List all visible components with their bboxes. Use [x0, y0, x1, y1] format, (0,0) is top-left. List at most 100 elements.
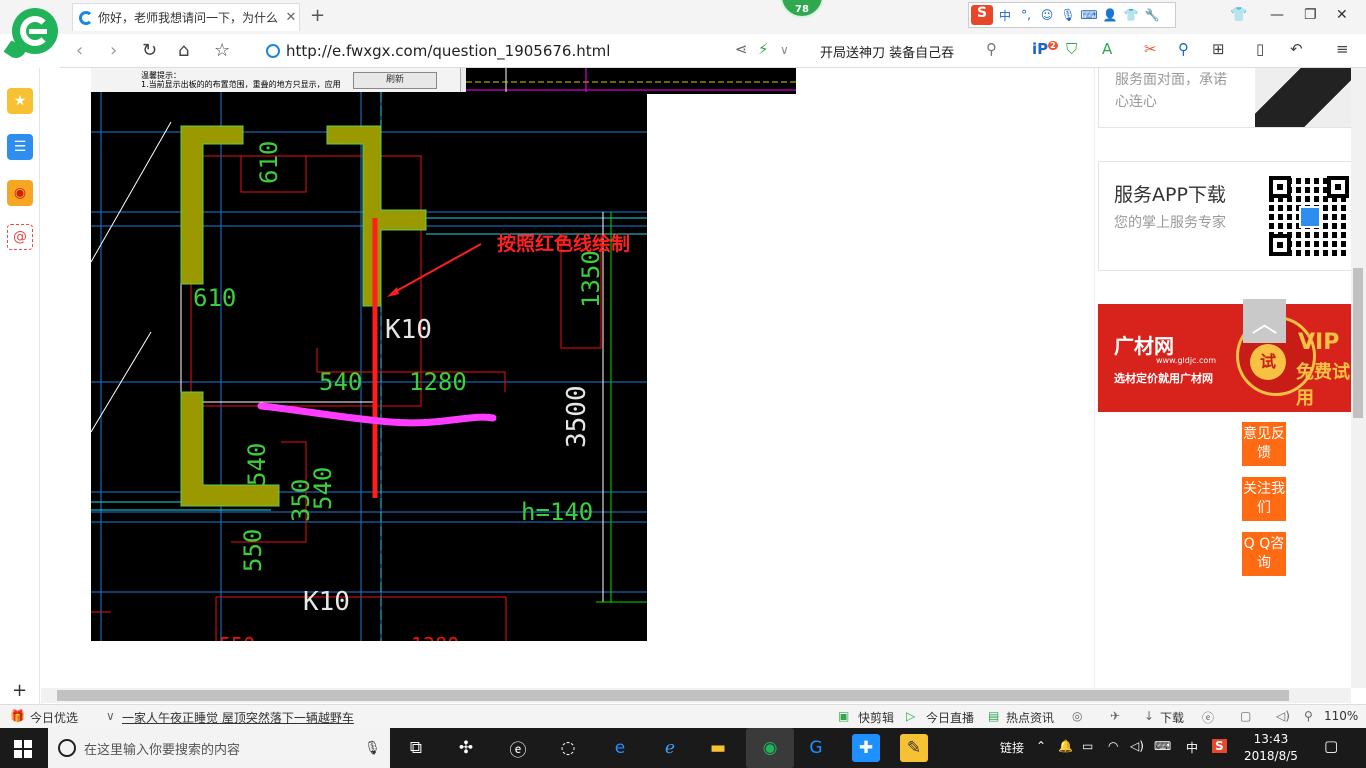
plus-app-icon[interactable]: ✚: [852, 734, 880, 762]
system-clock[interactable]: 13:43 2018/8/5: [1244, 731, 1298, 765]
horizontal-scroll-thumb[interactable]: [57, 690, 1289, 701]
reading-list-icon[interactable]: ☰: [7, 134, 33, 160]
url-field[interactable]: http://e.fwxgx.com/question_1905676.html: [260, 38, 790, 64]
hot-news-link[interactable]: 热点资讯: [1006, 709, 1054, 726]
ip-icon[interactable]: iP 2: [1032, 40, 1058, 58]
favorite-star-button[interactable]: ☆: [214, 40, 230, 61]
vertical-scroll-thumb[interactable]: [1353, 268, 1363, 418]
volume-icon[interactable]: ◁): [1130, 739, 1144, 753]
keyboard-icon[interactable]: ⌨: [1080, 6, 1098, 24]
tools-wrench-icon[interactable]: 🔧: [1143, 6, 1161, 24]
new-tab-button[interactable]: +: [310, 5, 325, 26]
browser-logo-icon[interactable]: [12, 8, 58, 54]
live-link[interactable]: 今日直播: [926, 709, 974, 726]
edge-icon[interactable]: e: [606, 734, 634, 762]
horizontal-scrollbar[interactable]: [41, 688, 1351, 703]
browser-tab[interactable]: 你好，老师我想请问一下，为什么 ✕: [72, 3, 300, 31]
mic-icon[interactable]: 🎙: [1059, 6, 1077, 24]
news-headline-link[interactable]: 一家人午夜正睡觉 屋顶突然落下一辆越野车: [122, 709, 354, 726]
download-link[interactable]: 下载: [1160, 709, 1184, 726]
forward-button[interactable]: ›: [110, 40, 117, 61]
magnifier-icon[interactable]: ⚲: [1178, 40, 1189, 58]
today-picks-link[interactable]: 今日优选: [30, 709, 78, 726]
task-view-icon[interactable]: ⧉: [402, 734, 430, 762]
zoom-level[interactable]: 110%: [1324, 709, 1358, 723]
app-download-card[interactable]: 服务APP下载 您的掌上服务专家: [1098, 161, 1351, 271]
pinwheel-app-icon[interactable]: ✣: [452, 734, 480, 762]
home-button[interactable]: ⌂: [178, 40, 189, 61]
volume-icon[interactable]: ◁): [1276, 709, 1290, 723]
undo-icon[interactable]: ↶: [1290, 40, 1303, 58]
refresh-button[interactable]: ↻: [142, 40, 157, 61]
sogou-tray-icon[interactable]: S: [1212, 739, 1227, 753]
chevron-up-icon[interactable]: ⌃: [1036, 739, 1046, 753]
ad-vip: VIP: [1298, 330, 1340, 355]
back-to-top-button[interactable]: ︿: [1243, 299, 1286, 343]
lightning-icon[interactable]: ⚡: [758, 40, 769, 58]
active-browser-icon[interactable]: ◉: [746, 728, 794, 768]
taskbar-search[interactable]: 在这里输入你要搜索的内容 🎙: [48, 728, 390, 768]
restore-button[interactable]: ❐: [1304, 7, 1317, 23]
ime-lang-toggle[interactable]: 中: [996, 6, 1014, 24]
search-icon[interactable]: ⚲: [986, 40, 997, 58]
email-icon[interactable]: @: [7, 224, 33, 250]
red-annotation: 按照红色线绘制: [497, 232, 630, 255]
page-content: 温馨提示： 1.当前显示出板的的布置范围，重叠的地方只显示，应用 刷新 610 …: [41, 68, 1351, 688]
browser-e-icon[interactable]: ⓔ: [504, 734, 532, 762]
dim-label: 540: [319, 368, 362, 396]
emoji-icon[interactable]: ☺: [1038, 6, 1056, 24]
sogou-logo-icon[interactable]: S: [971, 5, 993, 25]
keyboard-icon[interactable]: ⌨: [1154, 739, 1171, 753]
pin-icon[interactable]: ✈: [1110, 709, 1120, 723]
link-label[interactable]: 链接: [1000, 739, 1024, 756]
notification-center-icon[interactable]: ▢: [1324, 737, 1338, 755]
favorites-star-icon[interactable]: ★: [7, 88, 33, 114]
start-button[interactable]: [14, 740, 32, 758]
minimize-button[interactable]: —: [1270, 7, 1284, 23]
menu-icon[interactable]: ≡: [1336, 40, 1349, 58]
status-bar: 🎁 今日优选 ∨ 一家人午夜正睡觉 屋顶突然落下一辆越野车 ▣ 快剪辑 ▷ 今日…: [0, 704, 1366, 728]
file-explorer-icon[interactable]: ▬: [704, 734, 732, 762]
ie-mode-icon[interactable]: ⓔ: [1202, 709, 1214, 726]
apps-grid-icon[interactable]: ⊞: [1212, 40, 1225, 58]
window-icon[interactable]: ▢: [1240, 709, 1251, 723]
battery-icon[interactable]: ▭: [1082, 739, 1093, 753]
dim-label: 1350: [577, 250, 605, 308]
chevron-down-icon[interactable]: ∨: [780, 43, 789, 57]
follow-us-button[interactable]: 关注我们: [1242, 477, 1286, 521]
ime-lang-indicator[interactable]: 中: [1186, 739, 1198, 756]
g-app-icon[interactable]: G: [802, 734, 830, 762]
translate-icon[interactable]: A: [1102, 40, 1112, 58]
skin-shirt-icon[interactable]: 👕: [1230, 7, 1247, 23]
service-card[interactable]: 服务面对面，承诺心连心: [1098, 68, 1351, 128]
ime-punctuation-toggle[interactable]: °,: [1017, 6, 1035, 24]
wifi-icon[interactable]: ◠: [1108, 739, 1118, 753]
kuaijianji-link[interactable]: 快剪辑: [858, 709, 894, 726]
weibo-icon[interactable]: ◉: [7, 180, 33, 206]
ie-icon[interactable]: ℯ: [656, 734, 684, 762]
bell-icon[interactable]: 🔔: [1058, 739, 1073, 753]
vertical-scrollbar[interactable]: [1351, 68, 1366, 688]
download-arrow-icon: ↓: [1144, 709, 1155, 723]
notes-app-icon[interactable]: ✎: [900, 734, 928, 762]
swirl-app-icon[interactable]: ◌: [554, 734, 582, 762]
speed-ball-badge[interactable]: 78: [780, 0, 824, 18]
ad-trial: 免费试用: [1296, 362, 1350, 409]
gldjc-ad-banner[interactable]: 广材网 www.gldjc.com 选材定价就用广材网 试 VIP 免费试用: [1098, 304, 1351, 412]
scissors-icon[interactable]: ✂: [1144, 40, 1157, 58]
skin-shirt-icon[interactable]: 👕: [1122, 6, 1140, 24]
speed-icon[interactable]: ◎: [1072, 709, 1082, 723]
back-button[interactable]: ‹: [76, 40, 83, 61]
close-window-button[interactable]: ✕: [1336, 7, 1348, 23]
phone-icon[interactable]: ▯: [1256, 40, 1264, 58]
qq-consult-button[interactable]: Q Q咨询: [1242, 532, 1286, 576]
promo-link[interactable]: 开局送神刀 装备自己吞: [820, 42, 954, 61]
user-icon[interactable]: 👤: [1101, 6, 1119, 24]
feedback-button[interactable]: 意见反馈: [1242, 422, 1286, 466]
share-icon[interactable]: ⋖: [735, 40, 748, 58]
mic-icon[interactable]: 🎙: [364, 741, 381, 756]
shield-icon[interactable]: ⛉: [1066, 40, 1077, 58]
sidebar-add-icon[interactable]: +: [12, 680, 27, 701]
chevron-down-icon[interactable]: ∨: [106, 709, 115, 723]
tab-close-icon[interactable]: ✕: [283, 10, 299, 25]
